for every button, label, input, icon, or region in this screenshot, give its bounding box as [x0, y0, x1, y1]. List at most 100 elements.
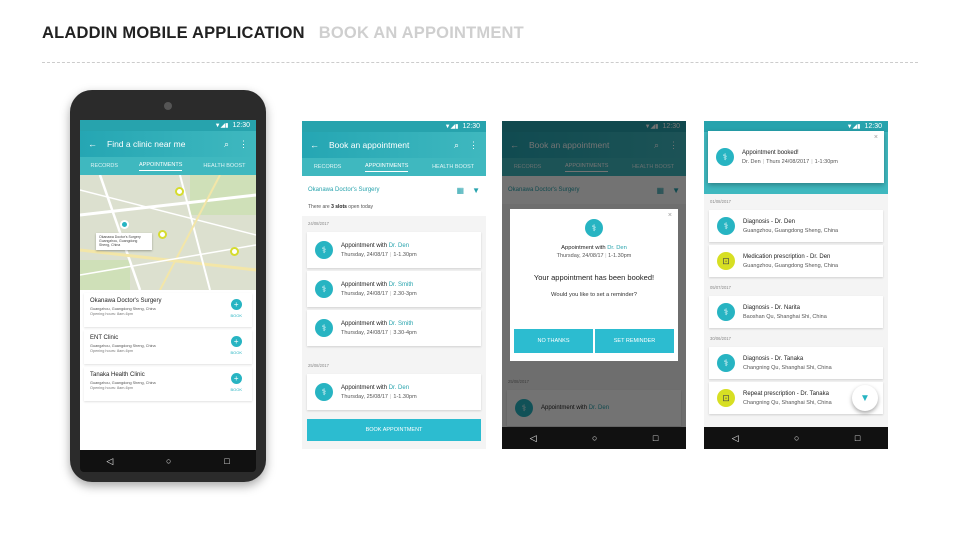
clinic-name: Okanawa Doctor's Surgery: [90, 298, 162, 304]
tab-records[interactable]: RECORDS: [314, 164, 342, 170]
nav-back-icon[interactable]: ◁: [530, 433, 537, 444]
book-button[interactable]: + BOOK: [230, 299, 242, 318]
plus-icon: +: [230, 373, 242, 384]
nav-home-icon[interactable]: ○: [166, 456, 171, 466]
signal-icon: ▼◢▮: [846, 124, 861, 130]
booked-notification[interactable]: × ⚕ Appointment booked! Dr. Den | Thurs 24…: [708, 131, 884, 183]
clinic-address: Guangzhou, Guangdong Sheng, China: [90, 344, 156, 348]
tab-health-boost[interactable]: HEALTH BOOST: [203, 163, 245, 169]
nav-back-icon[interactable]: ◁: [732, 433, 739, 444]
stethoscope-icon: ⚕: [717, 303, 735, 321]
record-location: Guangzhou, Guangdong Sheng, China: [743, 227, 839, 234]
notification-details: Dr. Den | Thurs 24/08/2017 | 1-1:30pm: [742, 158, 838, 165]
clinic-list-item[interactable]: Okanawa Doctor's Surgery Guangzhou, Guan…: [84, 293, 252, 327]
dialog-message: Your appointment has been booked!: [533, 273, 655, 282]
close-icon[interactable]: ×: [668, 212, 672, 219]
record-item[interactable]: ⚕ Diagnosis - Dr. Den Guangzhou, Guangdon…: [709, 210, 883, 242]
status-bar: ▼◢▮ 12:30: [302, 121, 486, 132]
slide: ALADDIN MOBILE APPLICATION BOOK AN APPOI…: [0, 0, 960, 540]
more-vert-icon[interactable]: ⋮: [469, 140, 478, 151]
slots-count: 3 slots: [331, 204, 347, 210]
stethoscope-icon: ⚕: [717, 354, 735, 372]
clinic-list-item[interactable]: Tanaka Health Clinic Guangzhou, Guangdon…: [84, 367, 252, 401]
notification-title: Appointment booked!: [742, 149, 799, 156]
filter-icon[interactable]: ▼: [472, 186, 480, 195]
record-title: Medication prescription - Dr. Den: [743, 253, 831, 260]
record-item[interactable]: ⊡ Medication prescription - Dr. Den Guang…: [709, 245, 883, 277]
app-bar-title: Find a clinic near me: [107, 139, 186, 149]
app-bar-title: Book an appointment: [329, 140, 410, 150]
stethoscope-icon: ⚕: [585, 219, 603, 237]
filter-fab[interactable]: ▼: [852, 385, 878, 411]
book-label: BOOK: [230, 387, 242, 392]
nav-recents-icon[interactable]: □: [224, 456, 229, 466]
date-heading: 30/06/2017: [710, 336, 731, 341]
book-appointment-button[interactable]: BOOK APPOINTMENT: [307, 419, 481, 441]
appointment-slot[interactable]: ⚕ Appointment with Dr. Den Thursday, 25/…: [307, 374, 481, 410]
android-nav-bar: ◁ ○ □: [704, 427, 888, 449]
tab-bar: RECORDS APPOINTMENTS HEALTH BOOST: [302, 158, 486, 176]
stethoscope-icon: ⚕: [315, 383, 333, 401]
nav-back-icon[interactable]: ◁: [106, 456, 113, 467]
search-icon[interactable]: ⌕: [454, 140, 459, 151]
status-time: 12:30: [864, 123, 882, 130]
screen-book-appointment: ▼◢▮ 12:30 ← Book an appointment ⌕ ⋮ RECO…: [302, 121, 486, 449]
nav-recents-icon[interactable]: □: [653, 433, 658, 443]
no-thanks-button[interactable]: NO THANKS: [514, 329, 593, 353]
clinic-header: Okanawa Doctor's Surgery ▦ ▼: [302, 176, 486, 204]
more-vert-icon[interactable]: ⋮: [239, 139, 248, 150]
calendar-icon[interactable]: ▦: [457, 186, 465, 195]
clinic-address: Guangzhou, Guangdong Sheng, China: [90, 381, 156, 385]
tab-records[interactable]: RECORDS: [91, 163, 119, 169]
stethoscope-icon: ⚕: [716, 148, 734, 166]
back-arrow-icon[interactable]: ←: [88, 139, 97, 149]
clinic-map[interactable]: Okanawa Doctor's Surgery Guangzhou, Guan…: [80, 175, 256, 290]
android-nav-bar: ◁ ○ □: [80, 450, 256, 472]
book-button[interactable]: + BOOK: [230, 336, 242, 355]
book-button[interactable]: + BOOK: [230, 373, 242, 392]
map-pin-icon[interactable]: [175, 187, 184, 196]
dialog-datetime: Thursday, 24/08/17 | 1-1.30pm: [556, 253, 632, 259]
map-pin-icon[interactable]: [158, 230, 167, 239]
slot-datetime: Thursday, 25/08/17 | 1-1.30pm: [341, 393, 417, 400]
phone-speaker: [164, 102, 172, 110]
screen-booking-dialog: ▼◢▮ 12:30 ← Book an appointment ⌕ ⋮ RECO…: [502, 121, 686, 449]
nav-home-icon[interactable]: ○: [794, 433, 799, 443]
phone-device: ▼◢▮ 12:30 ← Find a clinic near me ⌕ ⋮ RE…: [70, 90, 266, 482]
set-reminder-button[interactable]: SET REMINDER: [595, 329, 674, 353]
close-icon[interactable]: ×: [874, 134, 878, 141]
doctor-name: Dr. Smith: [388, 281, 414, 288]
clinic-address: Guangzhou, Guangdong Sheng, China: [90, 307, 156, 311]
clinic-list-item[interactable]: ENT Clinic Guangzhou, Guangdong Sheng, C…: [84, 330, 252, 364]
nav-recents-icon[interactable]: □: [855, 433, 860, 443]
pill-bottle-icon: ⊡: [717, 252, 735, 270]
record-title: Diagnosis - Dr. Tanaka: [743, 355, 804, 362]
slot-datetime: Thursday, 24/08/17 | 3.30-4pm: [341, 329, 417, 336]
record-item[interactable]: ⚕ Diagnosis - Dr. Narita Baoshan Qu, Shan…: [709, 296, 883, 328]
date-heading: 01/08/2017: [710, 199, 731, 204]
pill-bottle-icon: ⊡: [717, 389, 735, 407]
signal-icon: ▼◢▮: [444, 124, 459, 130]
appointment-slot[interactable]: ⚕ Appointment with Dr. Smith Thursday, 2…: [307, 271, 481, 307]
record-item[interactable]: ⚕ Diagnosis - Dr. Tanaka Changning Qu, Sh…: [709, 347, 883, 379]
filter-icon: ▼: [860, 392, 870, 404]
stethoscope-icon: ⚕: [315, 319, 333, 337]
status-time: 12:30: [232, 122, 250, 129]
tab-appointments[interactable]: APPOINTMENTS: [365, 163, 409, 172]
slot-title: Appointment with Dr. Smith: [341, 320, 414, 327]
record-location: Changning Qu, Shanghai Shi, China: [743, 399, 832, 406]
plus-icon: +: [230, 336, 242, 347]
booking-confirmation-dialog: × ⚕ Appointment with Dr. Den Thursday, 2…: [510, 209, 678, 361]
search-icon[interactable]: ⌕: [224, 139, 229, 150]
appointment-slot[interactable]: ⚕ Appointment with Dr. Den Thursday, 24/…: [307, 232, 481, 268]
slot-title: Appointment with Dr. Smith: [341, 281, 414, 288]
back-arrow-icon[interactable]: ←: [310, 140, 319, 150]
appointment-slot[interactable]: ⚕ Appointment with Dr. Smith Thursday, 2…: [307, 310, 481, 346]
map-pin-icon[interactable]: [230, 247, 239, 256]
dialog-appointment-title: Appointment with Dr. Den: [561, 245, 627, 251]
map-pin-selected-icon[interactable]: [120, 220, 129, 229]
record-title: Diagnosis - Dr. Narita: [743, 304, 801, 311]
nav-home-icon[interactable]: ○: [592, 433, 597, 443]
tab-health-boost[interactable]: HEALTH BOOST: [432, 164, 474, 170]
tab-appointments[interactable]: APPOINTMENTS: [139, 162, 183, 171]
